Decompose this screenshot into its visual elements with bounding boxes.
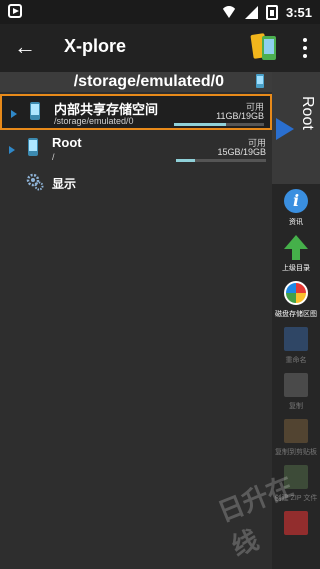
copy-button[interactable]: 复制 [272, 368, 320, 414]
arrow-right-icon [276, 118, 294, 140]
tool-label: 复制 [289, 403, 303, 410]
status-time: 3:51 [285, 4, 312, 20]
row-size: 15GB/19GB [217, 147, 266, 157]
status-icons: 3:51 [220, 3, 312, 21]
tool-label: 磁盘存储区图 [275, 311, 317, 318]
copy-to-clipboard-button[interactable]: 复制到剪贴板 [272, 414, 320, 460]
pie-chart-icon [284, 281, 308, 305]
app-bar: ← X-plore [0, 24, 320, 72]
current-path: /storage/emulated/0 [73, 73, 224, 90]
app-notification-icon [8, 4, 22, 18]
battery-icon [265, 4, 278, 20]
display-label: 显示 [52, 177, 77, 191]
wifi-icon [220, 6, 237, 18]
device-icon [256, 74, 264, 88]
overflow-menu-icon[interactable] [302, 38, 308, 58]
path-header: /storage/emulated/0 [0, 72, 272, 92]
info-icon [284, 189, 308, 213]
tool-label: 资讯 [289, 219, 303, 226]
back-arrow-icon[interactable]: ← [14, 36, 36, 60]
gear-icon [26, 173, 44, 191]
row-path: /storage/emulated/0 [54, 116, 134, 126]
edit-icon [284, 327, 308, 351]
copy-icon [284, 373, 308, 397]
usage-bar [176, 159, 266, 162]
storage-row-root[interactable]: Root / 可用 15GB/19GB [0, 132, 272, 168]
tool-label: 重命名 [285, 357, 307, 364]
right-pane-tab[interactable]: Root [272, 72, 320, 184]
status-bar: 3:51 [0, 0, 320, 24]
app-title: X-plore [64, 36, 127, 56]
row-path: / [52, 152, 55, 162]
expand-arrow-icon[interactable] [11, 110, 17, 118]
tool-label: 上级目录 [282, 265, 310, 272]
display-settings-row[interactable]: 显示 [0, 170, 272, 196]
right-pane-label: Root [299, 96, 316, 130]
phone-storage-icon [28, 138, 38, 156]
expand-arrow-icon[interactable] [9, 146, 15, 154]
row-size: 11GB/19GB [216, 111, 264, 121]
disk-map-button[interactable]: 磁盘存储区图 [272, 276, 320, 322]
storage-row-internal[interactable]: 内部共享存储空间 /storage/emulated/0 可用 11GB/19G… [0, 94, 272, 130]
dual-pane-icon[interactable] [250, 32, 278, 60]
up-arrow-icon [284, 235, 308, 249]
signal-icon [244, 5, 258, 19]
info-button[interactable]: 资讯 [272, 184, 320, 230]
clipboard-icon [284, 419, 308, 443]
row-name: Root [52, 135, 82, 150]
rename-button[interactable]: 重命名 [272, 322, 320, 368]
parent-dir-button[interactable]: 上级目录 [272, 230, 320, 276]
usage-fill [174, 123, 227, 126]
tool-label: 复制到剪贴板 [275, 449, 317, 456]
phone-storage-icon [30, 102, 40, 120]
usage-fill [176, 159, 195, 162]
usage-bar [174, 123, 264, 126]
